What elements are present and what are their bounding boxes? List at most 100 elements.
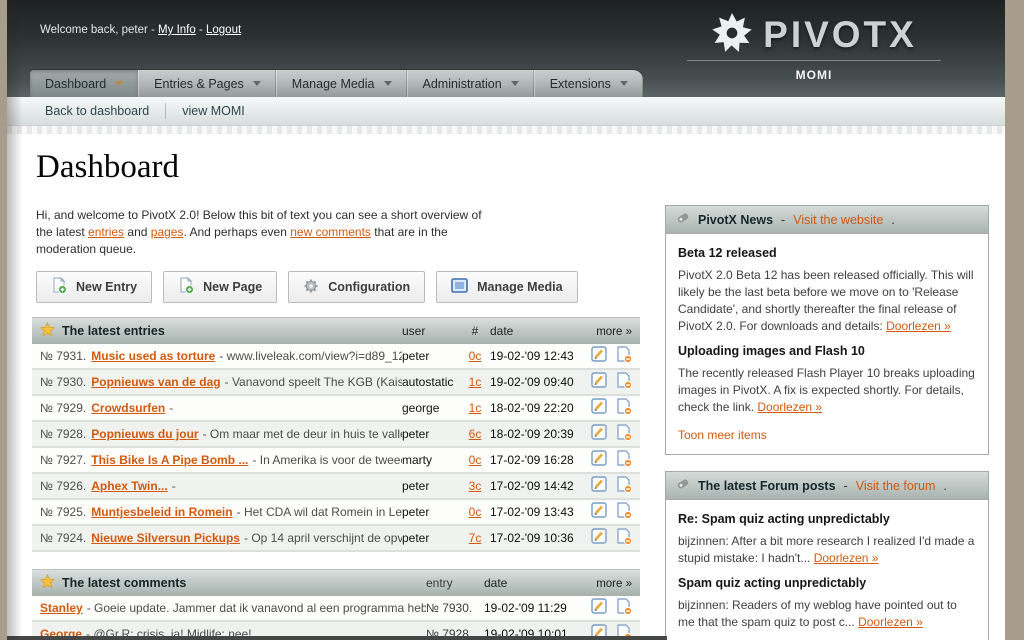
more-entries-link[interactable]: more » [596,326,632,338]
table-title: The latest entries [62,324,165,338]
entry-excerpt: - In Amerika is voor de tweec [252,453,402,467]
visit-forum-link[interactable]: Visit the forum [856,479,936,493]
view-momi-link[interactable]: view MOMI [182,104,245,118]
new-comments-link[interactable]: new comments [290,225,371,239]
gear-icon [303,278,319,297]
depublish-icon[interactable] [616,450,632,470]
entry-comment-count-link[interactable]: 0c [469,453,482,467]
entry-row: № 7930.Popnieuws van de dag- Vanavond sp… [32,370,640,396]
depublish-icon[interactable] [616,598,632,618]
entry-title-link[interactable]: This Bike Is A Pipe Bomb ... [91,453,248,467]
depublish-icon[interactable] [616,398,632,418]
entry-comment-count-link[interactable]: 6c [469,427,482,441]
main-nav: Dashboard Entries & Pages Manage Media A… [30,70,643,97]
forum-item-heading: Re: Spam quiz acting unpredictably [678,511,976,528]
blog-name: MOMI [681,68,947,82]
depublish-icon[interactable] [616,372,632,392]
entry-title-link[interactable]: Music used as torture [91,349,215,363]
forum-item: Spam quiz acting unpredictably bijzinnen… [678,575,976,631]
forum-icon [676,477,690,494]
entry-date: 19-02-'09 09:40 [490,375,584,389]
entry-row: № 7931.Music used as torture- www.livele… [32,344,640,370]
entry-comment-count-link[interactable]: 1c [469,375,482,389]
entry-user: peter [402,349,460,363]
page-title: Dashboard [36,149,1005,186]
table-title: The latest comments [62,576,186,590]
entry-title-link[interactable]: Aphex Twin... [91,479,167,493]
chevron-down-icon [384,81,392,86]
entry-number: № 7925. [40,505,86,519]
entry-title-link[interactable]: Crowdsurfen [91,401,165,415]
depublish-icon[interactable] [616,346,632,366]
entry-title-link[interactable]: Nieuwe Silversun Pickups [91,531,240,545]
edit-icon[interactable] [591,372,608,392]
new-page-icon [178,277,194,297]
pivotx-logo: PIVOTX MOMI [681,12,947,82]
logout-link[interactable]: Logout [206,24,241,36]
comment-author-link[interactable]: Stanley [40,601,83,615]
depublish-icon[interactable] [616,424,632,444]
entry-comment-count-link[interactable]: 0c [469,349,482,363]
entry-user: peter [402,479,460,493]
doorlezen-link[interactable]: Doorlezen » [757,400,822,414]
depublish-icon[interactable] [616,502,632,522]
back-to-dashboard-link[interactable]: Back to dashboard [45,104,149,118]
edit-icon[interactable] [591,598,608,618]
new-page-button[interactable]: New Page [163,271,277,303]
comment-row: Stanley- Goeie update. Jammer dat ik van… [32,596,640,622]
show-more-items-link[interactable]: Toon meer items [678,427,767,444]
configuration-button[interactable]: Configuration [288,271,425,303]
entry-title-link[interactable]: Popnieuws du jour [91,427,198,441]
manage-media-button[interactable]: Manage Media [436,271,577,303]
forum-posts-panel: The latest Forum posts - Visit the forum… [665,471,989,640]
tab-entries-pages[interactable]: Entries & Pages [138,70,276,97]
my-info-link[interactable]: My Info [158,24,196,36]
doorlezen-link[interactable]: Doorlezen » [858,615,923,629]
entry-title-link[interactable]: Popnieuws van de dag [91,375,220,389]
entry-date: 17-02-'09 10:36 [490,531,584,545]
entry-user: peter [402,505,460,519]
chevron-down-icon [511,81,519,86]
tab-dashboard[interactable]: Dashboard [30,70,138,97]
edit-icon[interactable] [591,346,608,366]
depublish-icon[interactable] [616,476,632,496]
tab-manage-media[interactable]: Manage Media [276,70,407,97]
edit-icon[interactable] [591,502,608,522]
more-comments-link[interactable]: more » [596,578,632,590]
entry-title-link[interactable]: Muntjesbeleid in Romein [91,505,232,519]
latest-entries-body: № 7931.Music used as torture- www.livele… [32,344,640,552]
chevron-down-icon [253,81,261,86]
doorlezen-link[interactable]: Doorlezen » [886,319,951,333]
entry-row: № 7924.Nieuwe Silversun Pickups- Op 14 a… [32,526,640,552]
edit-icon[interactable] [591,424,608,444]
pages-link[interactable]: pages [151,225,184,239]
visit-website-link[interactable]: Visit the website [793,213,883,227]
entry-comment-count-link[interactable]: 1c [469,401,482,415]
depublish-icon[interactable] [616,528,632,548]
entry-number: № 7927. [40,453,86,467]
new-entry-icon [51,277,67,297]
edit-icon[interactable] [591,528,608,548]
edit-icon[interactable] [591,450,608,470]
entry-comment-count-link[interactable]: 0c [469,505,482,519]
entry-excerpt: - Op 14 april verschijnt de opvc [244,531,402,545]
entry-excerpt: - [172,479,176,493]
new-entry-button[interactable]: New Entry [36,271,152,303]
forum-item: Re: Spam quiz acting unpredictably bijzi… [678,511,976,567]
col-header-user: user [402,324,460,338]
entry-number: № 7930. [40,375,86,389]
chevron-down-icon [620,81,628,86]
forum-panel-body: Re: Spam quiz acting unpredictably bijzi… [665,499,989,640]
tab-administration[interactable]: Administration [407,70,534,97]
entry-comment-count-link[interactable]: 3c [469,479,482,493]
entries-link[interactable]: entries [88,225,124,239]
entry-user: peter [402,531,460,545]
doorlezen-link[interactable]: Doorlezen » [814,551,879,565]
edit-icon[interactable] [591,398,608,418]
edit-icon[interactable] [591,476,608,496]
star-icon [40,574,55,592]
tab-extensions[interactable]: Extensions [534,70,643,97]
news-item: Uploading images and Flash 10 The recent… [678,343,976,416]
welcome-bar: Welcome back, peter - My Info - Logout [40,24,241,36]
entry-comment-count-link[interactable]: 7c [469,531,482,545]
